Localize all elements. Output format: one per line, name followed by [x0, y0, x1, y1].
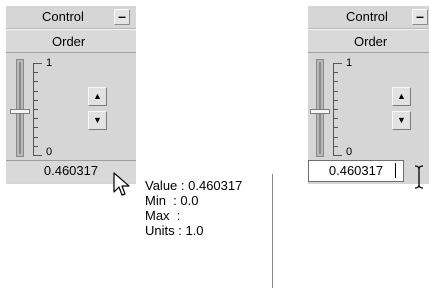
control-widget-left: Control – Order 1 0 ▲ ▼ 0.460317: [6, 6, 136, 184]
scale-tick: [333, 137, 338, 138]
increment-button[interactable]: ▲: [88, 87, 107, 106]
order-label: Order: [52, 34, 86, 49]
order-button[interactable]: Order: [308, 29, 429, 53]
scale-tick: [333, 72, 338, 73]
text-ibeam-icon: [414, 165, 424, 189]
decrement-button[interactable]: ▼: [392, 111, 411, 130]
slider-handle[interactable]: [10, 109, 30, 114]
slider-track[interactable]: [316, 59, 324, 157]
value-input[interactable]: 0.460317: [308, 160, 404, 182]
scale-tick: [333, 146, 338, 147]
scale-tick: [333, 63, 342, 64]
order-label: Order: [354, 34, 388, 49]
control-widget-right: Control – Order 1 0 ▲ ▼ 0.460317: [308, 6, 429, 184]
scale-tick: [33, 109, 38, 110]
triangle-up-icon: ▲: [397, 91, 406, 101]
value-tooltip: Value : 0.460317 Min : 0.0 Max : Units :…: [140, 174, 273, 288]
tooltip-units-line: Units : 1.0: [145, 223, 204, 238]
triangle-up-icon: ▲: [93, 91, 102, 101]
scale-tick: [333, 100, 338, 101]
widget-titlebar[interactable]: Control –: [308, 6, 429, 29]
text-caret: [395, 163, 396, 178]
widget-titlebar[interactable]: Control –: [6, 6, 136, 29]
tooltip-min-line: Min : 0.0: [145, 193, 199, 208]
increment-button[interactable]: ▲: [392, 87, 411, 106]
scale-tick: [333, 81, 338, 82]
scale-tick: [33, 81, 38, 82]
arrow-pointer-icon: [113, 172, 130, 196]
triangle-down-icon: ▼: [397, 115, 406, 125]
slider-groove: [19, 62, 21, 154]
minimize-button[interactable]: –: [114, 9, 130, 25]
scale-tick: [333, 109, 338, 110]
decrement-button[interactable]: ▼: [88, 111, 107, 130]
slider-area: 1 0 ▲ ▼: [6, 53, 136, 159]
scale-tick: [33, 155, 42, 156]
widget-title: Control: [42, 9, 84, 24]
tooltip-max-line: Max :: [145, 208, 181, 223]
order-button[interactable]: Order: [6, 29, 136, 53]
scale-tick: [33, 72, 38, 73]
scale-tick: [33, 118, 38, 119]
triangle-down-icon: ▼: [93, 115, 102, 125]
scale-tick: [33, 100, 38, 101]
slider-track[interactable]: [16, 59, 24, 157]
slider-groove: [319, 62, 321, 154]
scale-tick: [333, 155, 342, 156]
scale-max-label: 1: [46, 57, 53, 69]
scale-tick: [33, 127, 38, 128]
scale-tick: [333, 118, 338, 119]
scale-min-label: 0: [346, 146, 353, 158]
scale-max-label: 1: [346, 57, 353, 69]
slider-handle[interactable]: [310, 109, 330, 114]
scale-tick: [33, 63, 42, 64]
scale-tick: [33, 91, 38, 92]
scale-tick: [333, 91, 338, 92]
scale-tick: [333, 127, 338, 128]
slider-area: 1 0 ▲ ▼: [308, 53, 429, 159]
scale-tick: [33, 146, 38, 147]
tooltip-value-line: Value : 0.460317: [145, 178, 243, 193]
widget-title: Control: [346, 9, 388, 24]
scale-tick: [33, 137, 38, 138]
minimize-button[interactable]: –: [412, 9, 428, 25]
scale-min-label: 0: [46, 146, 53, 158]
